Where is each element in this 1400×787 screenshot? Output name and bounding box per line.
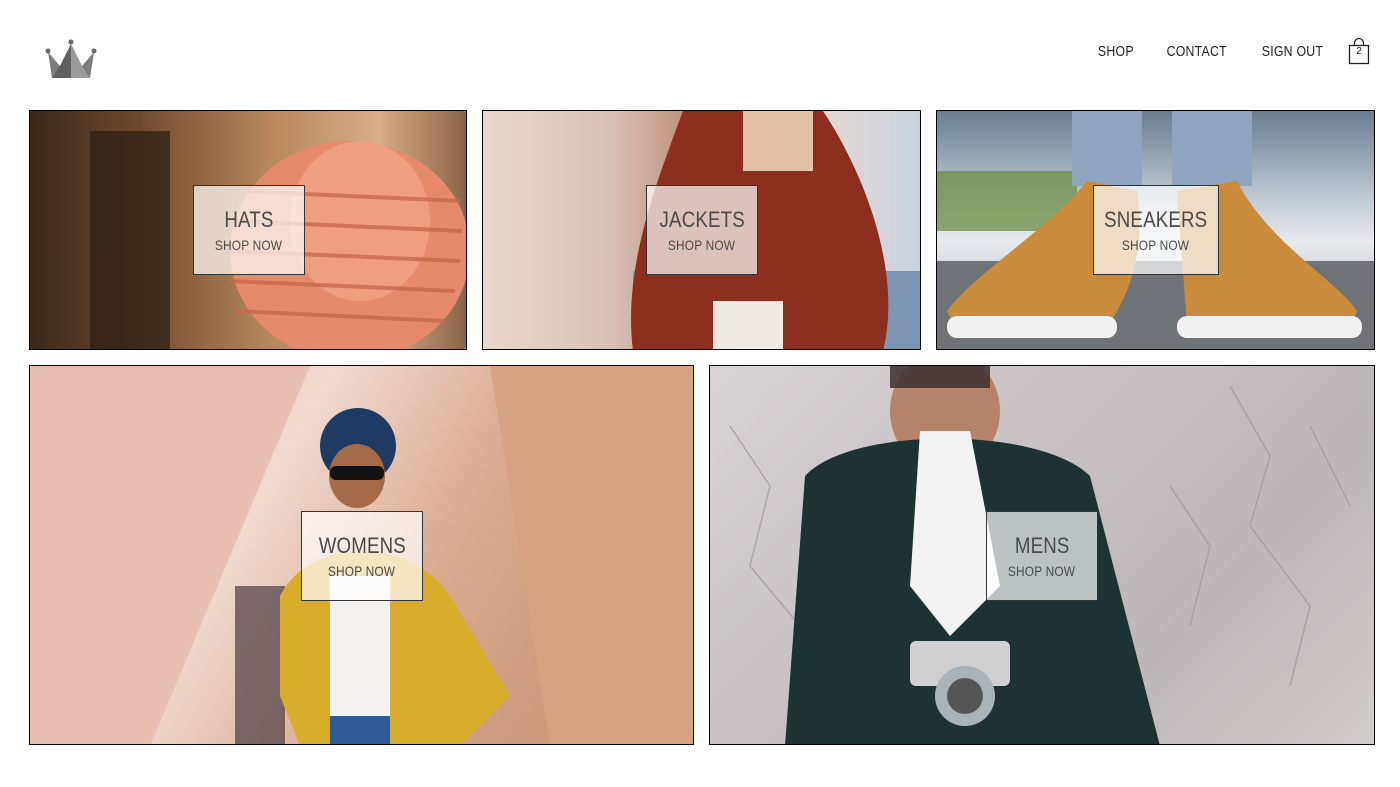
category-label-box: SNEAKERS SHOP NOW [1093, 185, 1219, 275]
category-label-box: WOMENS SHOP NOW [301, 511, 423, 601]
category-title: MENS [1014, 533, 1070, 558]
category-tile-sneakers[interactable]: SNEAKERS SHOP NOW [936, 110, 1375, 350]
nav-shop-link[interactable]: SHOP [1098, 43, 1134, 60]
nav-contact-link[interactable]: CONTACT [1166, 43, 1226, 60]
shop-now-link[interactable]: SHOP NOW [668, 237, 735, 253]
site-header: SHOP CONTACT SIGN OUT 2 [0, 0, 1400, 100]
category-title: SNEAKERS [1104, 207, 1208, 232]
category-label-box: MENS SHOP NOW [986, 511, 1098, 601]
shop-now-link[interactable]: SHOP NOW [1008, 563, 1075, 579]
category-tile-mens[interactable]: MENS SHOP NOW [709, 365, 1375, 745]
shop-now-link[interactable]: SHOP NOW [215, 237, 282, 253]
category-tile-womens[interactable]: WOMENS SHOP NOW [29, 365, 694, 745]
category-label-box: JACKETS SHOP NOW [646, 185, 758, 275]
category-tile-jackets[interactable]: JACKETS SHOP NOW [482, 110, 921, 350]
nav-sign-out-link[interactable]: SIGN OUT [1262, 43, 1323, 60]
cart-button[interactable]: 2 [1348, 37, 1370, 65]
crown-icon[interactable] [44, 38, 98, 82]
category-title: WOMENS [318, 533, 406, 558]
cart-count: 2 [1356, 46, 1362, 57]
category-label-box: HATS SHOP NOW [193, 185, 305, 275]
shop-now-link[interactable]: SHOP NOW [1122, 237, 1189, 253]
main-nav: SHOP CONTACT SIGN OUT 2 [1072, 36, 1370, 66]
category-title: JACKETS [659, 207, 745, 232]
category-tile-hats[interactable]: HATS SHOP NOW [29, 110, 467, 350]
category-title: HATS [224, 207, 274, 232]
shop-now-link[interactable]: SHOP NOW [328, 563, 395, 579]
